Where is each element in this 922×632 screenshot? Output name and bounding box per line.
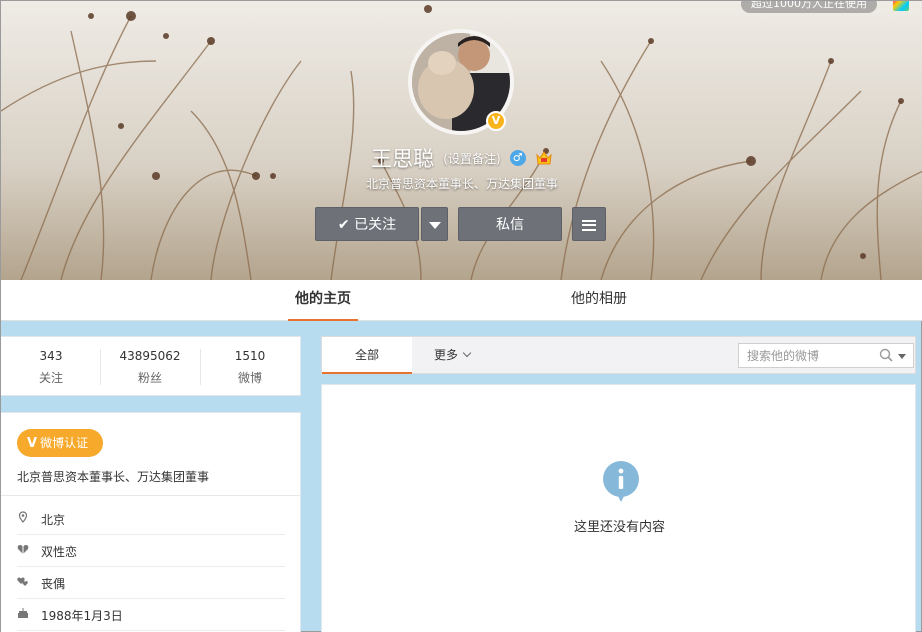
location-text: 北京 xyxy=(41,513,66,527)
orientation-text: 双性恋 xyxy=(41,545,78,559)
verified-badge-icon: V xyxy=(486,111,506,131)
relationship-icon xyxy=(17,577,28,586)
stat-following[interactable]: 343 关注 xyxy=(1,349,101,386)
empty-state-text: 这里还没有内容 xyxy=(573,520,665,535)
search-icon[interactable] xyxy=(879,348,893,362)
more-menu-button[interactable] xyxy=(572,207,606,241)
feed-filter-bar: 全部 更多 xyxy=(321,336,916,374)
feed-tab-more-label: 更多 xyxy=(434,348,459,362)
profile-info-panel: V 微博认证 北京普思资本董事长、万达集团董事 北京 双性恋 丧偶 1988年1月… xyxy=(1,412,301,632)
birthday-text: 1988年1月3日 xyxy=(41,609,123,623)
message-button[interactable]: 私信 xyxy=(458,207,562,241)
verified-v-icon: V xyxy=(27,436,38,451)
stat-followers[interactable]: 43895062 粉丝 xyxy=(100,349,200,386)
stat-following-count: 343 xyxy=(39,349,63,363)
follow-options-dropdown[interactable] xyxy=(421,207,448,241)
info-row-location: 北京 xyxy=(17,503,285,535)
following-button[interactable]: ✔ 已关注 xyxy=(315,207,419,241)
caret-down-icon xyxy=(428,221,441,229)
hamburger-menu-icon xyxy=(582,219,596,231)
stat-followers-count: 43895062 xyxy=(119,349,181,363)
profile-name: 王思聪 xyxy=(371,147,435,171)
name-row: 王思聪 (设置备注) ♂ xyxy=(1,143,922,173)
info-row-relationship: 丧偶 xyxy=(17,567,285,599)
stats-panel: 343 关注 43895062 粉丝 1510 微博 xyxy=(1,336,301,396)
verified-description: 北京普思资本董事长、万达集团董事 xyxy=(17,470,210,484)
feed-tab-more[interactable]: 更多 xyxy=(434,337,472,374)
following-label: 已关注 xyxy=(354,217,397,233)
stat-posts-label: 微博 xyxy=(237,371,262,385)
verified-label: 微博认证 xyxy=(40,436,89,450)
check-icon: ✔ xyxy=(337,217,350,233)
stat-following-label: 关注 xyxy=(38,371,63,385)
top-promo-badge[interactable]: 超过1000万人正在使用 xyxy=(741,1,877,13)
stat-followers-label: 粉丝 xyxy=(137,371,162,385)
birthday-icon xyxy=(18,608,28,618)
feed-search-input[interactable] xyxy=(739,344,871,367)
colorful-app-icon[interactable] xyxy=(893,1,909,11)
tab-home[interactable]: 他的主页 xyxy=(288,280,358,321)
relationship-text: 丧偶 xyxy=(41,577,66,591)
vip-crown-icon[interactable] xyxy=(535,150,553,166)
feed-content: 这里还没有内容 xyxy=(321,384,916,632)
profile-description: 北京普思资本董事长、万达集团董事 xyxy=(365,177,558,191)
feed-tab-all[interactable]: 全部 xyxy=(322,337,412,374)
info-row-orientation: 双性恋 xyxy=(17,535,285,567)
male-gender-icon: ♂ xyxy=(509,150,526,166)
profile-tab-bar: 他的主页 他的相册 xyxy=(1,280,922,321)
info-row-birthday: 1988年1月3日 xyxy=(17,599,285,631)
stat-posts-count: 1510 xyxy=(234,349,266,363)
chevron-down-icon xyxy=(462,348,472,358)
set-remark-link[interactable]: (设置备注) xyxy=(443,152,500,166)
divider xyxy=(1,495,301,496)
location-icon xyxy=(18,511,28,523)
search-options-dropdown-icon[interactable] xyxy=(898,354,906,359)
feed-search-box xyxy=(738,343,914,368)
orientation-icon xyxy=(17,545,29,554)
tab-album[interactable]: 他的相册 xyxy=(561,280,637,321)
profile-cover: 超过1000万人正在使用 V 王思聪 (设置备注) ♂ 北京普思资本董事长、万达… xyxy=(1,1,922,280)
info-icon xyxy=(603,461,639,502)
weibo-verified-badge[interactable]: V 微博认证 xyxy=(17,429,103,457)
stat-posts[interactable]: 1510 微博 xyxy=(200,349,300,386)
